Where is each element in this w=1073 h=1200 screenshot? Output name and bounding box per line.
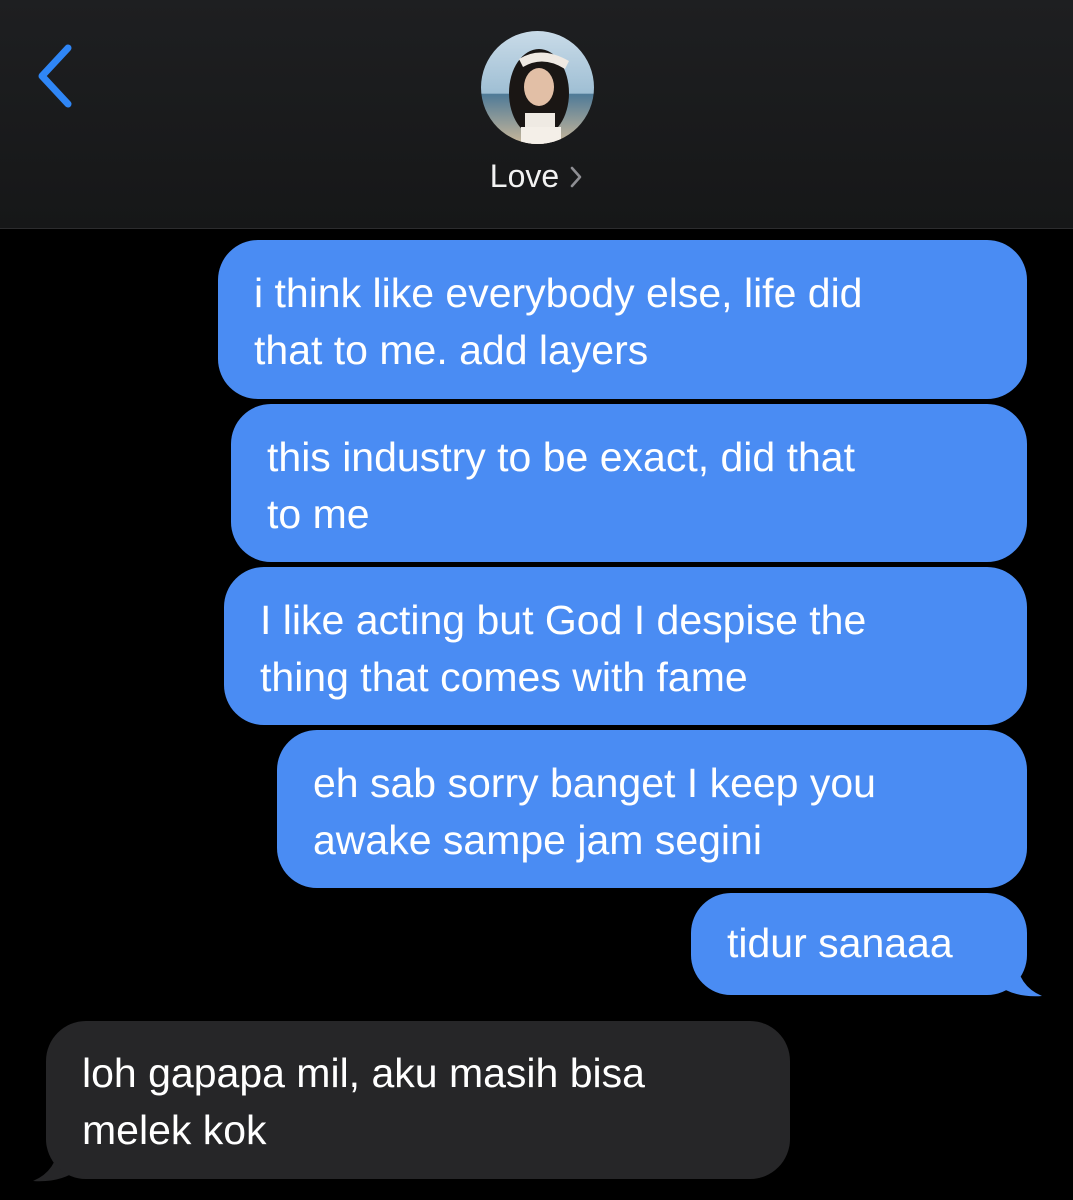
contact-photo — [481, 31, 594, 144]
message-text: i think like everybody else, life did — [254, 270, 863, 316]
message-text: melek kok — [82, 1107, 267, 1153]
sent-message-bubble[interactable]: I like acting but God I despise the thin… — [224, 567, 1027, 725]
sent-message-bubble[interactable]: this industry to be exact, did that to m… — [231, 404, 1027, 562]
message-text: that to me. add layers — [254, 327, 649, 373]
sent-message-bubble[interactable]: i think like everybody else, life did th… — [218, 240, 1027, 399]
back-button[interactable] — [22, 36, 92, 116]
sent-message-bubble[interactable]: eh sab sorry banget I keep you awake sam… — [277, 730, 1027, 888]
message-text: awake sampe jam segini — [313, 817, 762, 863]
chevron-left-icon — [38, 44, 72, 108]
message-text: this industry to be exact, did that — [267, 434, 855, 480]
received-message-bubble[interactable]: loh gapapa mil, aku masih bisa melek kok — [46, 1021, 790, 1179]
message-text: eh sab sorry banget I keep you — [313, 760, 876, 806]
message-text: tidur sanaaa — [727, 920, 953, 966]
message-text: loh gapapa mil, aku masih bisa — [82, 1050, 645, 1096]
conversation-header: Love — [0, 0, 1073, 229]
message-text: thing that comes with fame — [260, 654, 748, 700]
contact-name-button[interactable]: Love — [0, 154, 1073, 198]
message-text: I like acting but God I despise the — [260, 597, 867, 643]
contact-avatar[interactable] — [481, 31, 594, 144]
contact-name: Love — [489, 158, 560, 194]
sent-message-bubble[interactable]: tidur sanaaa — [691, 893, 1027, 995]
chevron-right-icon — [570, 166, 582, 187]
message-text: to me — [267, 491, 370, 537]
